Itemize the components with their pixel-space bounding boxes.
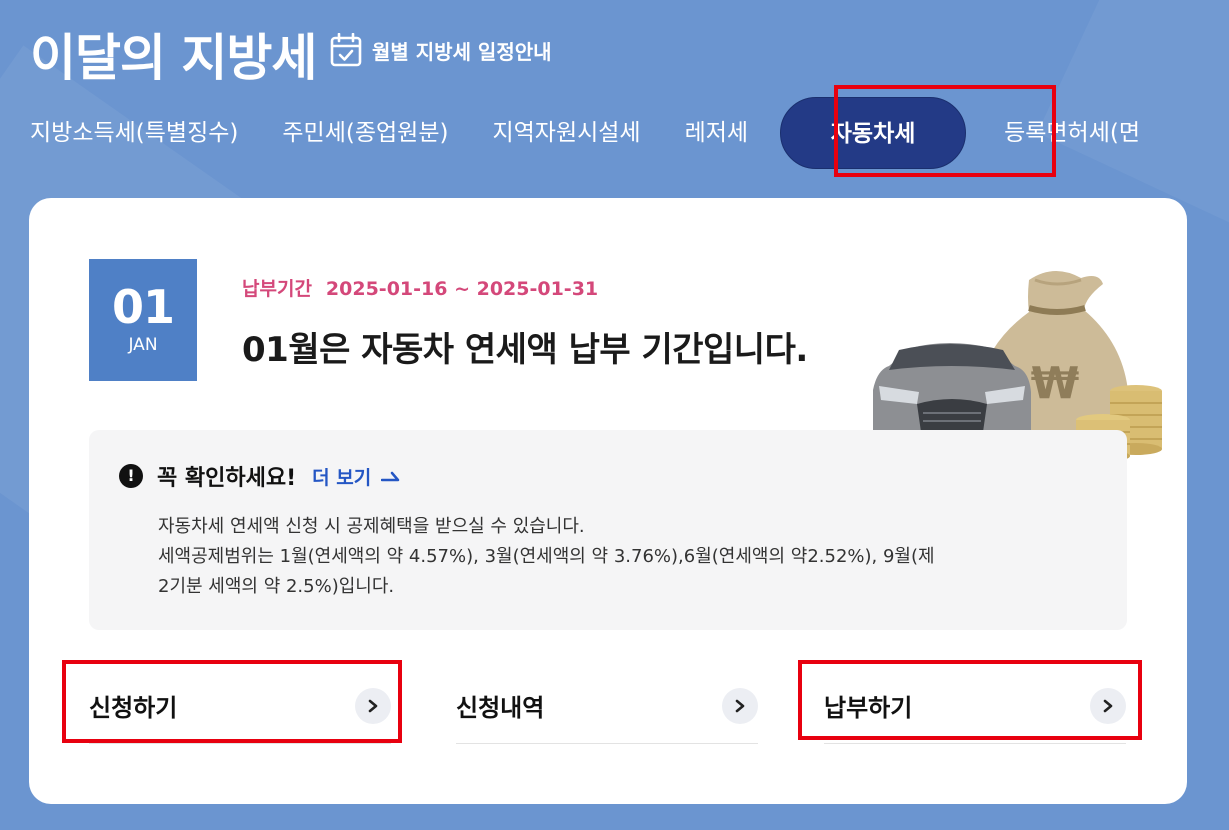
calendar-check-icon — [330, 33, 362, 67]
payment-period: 납부기간 2025-01-16 ~ 2025-01-31 — [242, 274, 598, 301]
page-title: 이달의 지방세 — [30, 29, 317, 87]
notice-box: ! 꼭 확인하세요! 더 보기 자동차세 연세액 신청 시 공제혜택을 받으실 … — [89, 430, 1127, 630]
won-symbol: ₩ — [1031, 358, 1080, 409]
apply-button-label: 신청하기 — [89, 694, 178, 722]
tab-vehicle-tax[interactable]: 자동차세 — [780, 97, 967, 169]
date-day: 01 — [111, 280, 175, 334]
exclamation-icon: ! — [119, 464, 143, 488]
pay-button-label: 납부하기 — [824, 694, 913, 722]
headline: 01월은 자동차 연세액 납부 기간입니다. — [242, 330, 808, 370]
more-link-label: 더 보기 — [312, 466, 372, 489]
tab-local-income-tax[interactable]: 지방소득세(특별징수) — [0, 97, 260, 169]
pay-button[interactable]: 납부하기 — [824, 668, 1126, 744]
notice-header: ! 꼭 확인하세요! 더 보기 — [119, 460, 401, 492]
date-badge: 01 JAN — [89, 259, 197, 381]
application-history-label: 신청내역 — [456, 694, 545, 722]
tab-resident-tax[interactable]: 주민세(종업원분) — [260, 97, 470, 169]
notice-title: 꼭 확인하세요! — [157, 466, 297, 491]
tab-leisure-tax[interactable]: 레저세 — [663, 97, 770, 169]
tab-registration-license-tax[interactable]: 등록면허세(면 — [982, 97, 1162, 169]
tax-tabs: 지방소득세(특별징수) 주민세(종업원분) 지역자원시설세 레저세 자동차세 등… — [0, 96, 1229, 170]
chevron-right-icon — [1090, 687, 1126, 724]
date-month: JAN — [128, 335, 158, 355]
chevron-right-icon — [722, 687, 758, 724]
tax-info-card: 01 JAN 납부기간 2025-01-16 ~ 2025-01-31 01월은 … — [29, 198, 1187, 804]
tab-regional-resource-tax[interactable]: 지역자원시설세 — [470, 97, 662, 169]
apply-button[interactable]: 신청하기 — [89, 668, 391, 744]
notice-body: 자동차세 연세액 신청 시 공제혜택을 받으실 수 있습니다. 세액공제범위는 … — [158, 512, 1078, 602]
period-label: 납부기간 — [242, 278, 312, 300]
notice-line: 자동차세 연세액 신청 시 공제혜택을 받으실 수 있습니다. — [158, 516, 585, 537]
more-link[interactable]: 더 보기 — [312, 463, 401, 490]
notice-line: 2기분 세액의 약 2.5%)입니다. — [158, 576, 395, 597]
schedule-link-label: 월별 지방세 일정안내 — [372, 39, 552, 64]
monthly-schedule-link[interactable]: 월별 지방세 일정안내 — [330, 32, 552, 68]
notice-line: 세액공제범위는 1월(연세액의 약 4.57%), 3월(연세액의 약 3.76… — [158, 546, 935, 567]
arrow-right-icon — [381, 471, 400, 482]
application-history-button[interactable]: 신청내역 — [456, 668, 758, 744]
period-range: 2025-01-16 ~ 2025-01-31 — [325, 278, 599, 300]
chevron-right-icon — [355, 687, 391, 724]
